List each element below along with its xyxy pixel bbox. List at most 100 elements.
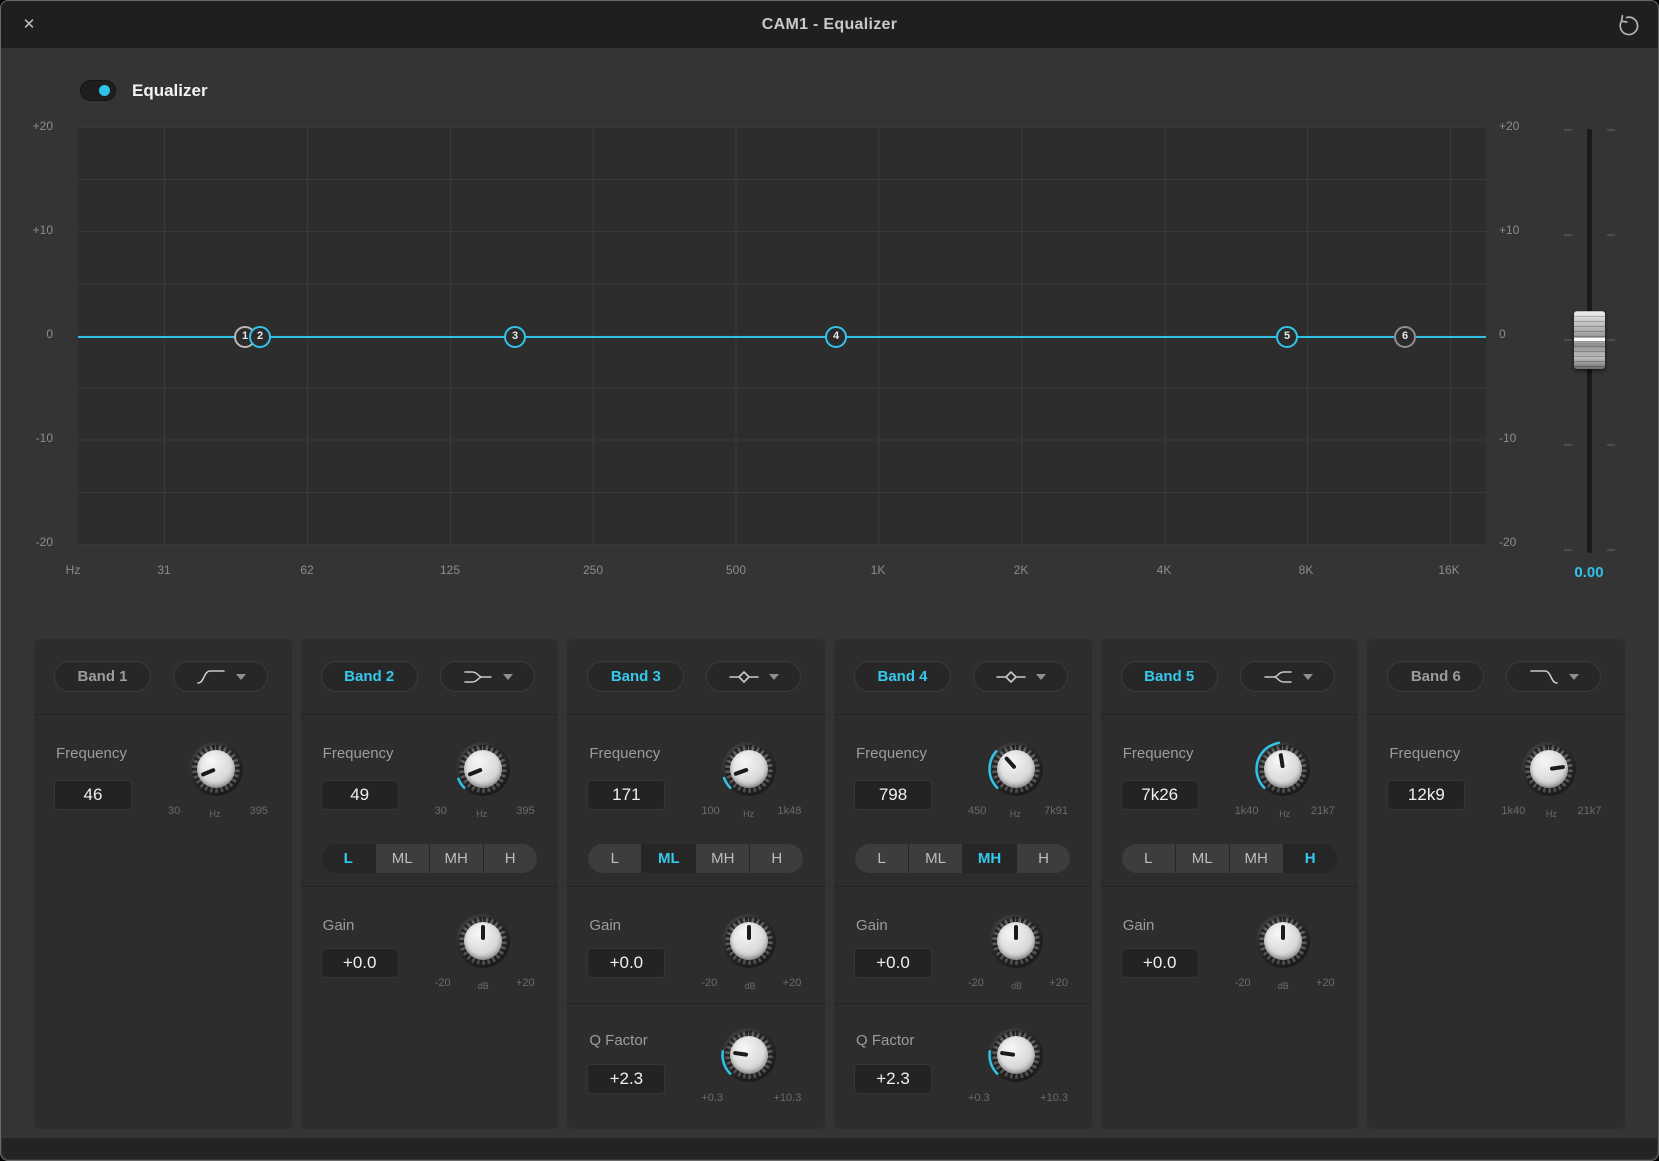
db-label-right: 0 — [1499, 327, 1537, 343]
band4-filter-dropdown[interactable] — [973, 661, 1068, 692]
range-option-ml[interactable]: ML — [642, 844, 695, 873]
band2-gain-knob[interactable] — [456, 914, 510, 968]
section-divider — [1101, 886, 1359, 887]
master-fader-value: 0.00 — [1553, 564, 1625, 581]
band5-button[interactable]: Band 5 — [1121, 661, 1218, 692]
band2-range-selector: L ML MH H — [322, 844, 537, 873]
bell-filter-icon — [995, 668, 1027, 686]
band4-button[interactable]: Band 4 — [854, 661, 951, 692]
equalizer-toggle[interactable] — [80, 80, 116, 101]
band2-filter-dropdown[interactable] — [440, 661, 535, 692]
band4-q-scale: +0.3+10.3 — [968, 1092, 1068, 1104]
band3-frequency-knob[interactable] — [722, 742, 776, 796]
band3-frequency-value[interactable]: 171 — [587, 780, 665, 810]
band3-gain-value[interactable]: +0.0 — [587, 948, 665, 978]
frequency-label: Frequency — [1123, 745, 1194, 762]
band4-gain-knob[interactable] — [989, 914, 1043, 968]
fader-tick — [1564, 444, 1572, 446]
band1-frequency-knob[interactable] — [189, 742, 243, 796]
band6-filter-dropdown[interactable] — [1506, 661, 1601, 692]
range-option-l[interactable]: L — [855, 844, 908, 873]
chevron-down-icon — [1569, 674, 1579, 680]
db-label-right: -20 — [1499, 535, 1537, 551]
band5-gain-value[interactable]: +0.0 — [1121, 948, 1199, 978]
band6-frequency-scale: 1k40Hz21k7 — [1501, 805, 1601, 819]
band4-frequency-knob[interactable] — [989, 742, 1043, 796]
range-option-h[interactable]: H — [1017, 844, 1070, 873]
band4-q-knob[interactable] — [989, 1028, 1043, 1082]
range-option-mh[interactable]: MH — [430, 844, 483, 873]
high-cut-filter-icon — [1528, 668, 1560, 686]
range-option-l[interactable]: L — [1122, 844, 1175, 873]
reset-icon[interactable] — [1614, 12, 1640, 38]
band1-panel: Band 1 Frequency 46 30Hz395 — [34, 639, 292, 1129]
equalizer-toggle-label: Equalizer — [132, 81, 208, 101]
range-option-h[interactable]: H — [750, 844, 803, 873]
range-option-mh[interactable]: MH — [1230, 844, 1283, 873]
band1-button[interactable]: Band 1 — [54, 661, 151, 692]
range-option-mh[interactable]: MH — [696, 844, 749, 873]
section-divider — [567, 1003, 825, 1004]
band4-frequency-value[interactable]: 798 — [854, 780, 932, 810]
db-label-left: +10 — [15, 223, 53, 239]
range-option-l[interactable]: L — [588, 844, 641, 873]
range-option-ml[interactable]: ML — [376, 844, 429, 873]
band6-frequency-value[interactable]: 12k9 — [1387, 780, 1465, 810]
range-option-mh[interactable]: MH — [963, 844, 1016, 873]
band5-filter-dropdown[interactable] — [1240, 661, 1335, 692]
band2-frequency-value[interactable]: 49 — [321, 780, 399, 810]
db-label-left: -10 — [15, 431, 53, 447]
range-option-h[interactable]: H — [1284, 844, 1337, 873]
band5-frequency-scale: 1k40Hz21k7 — [1235, 805, 1335, 819]
band6-curve-handle[interactable]: 6 — [1394, 326, 1416, 348]
frequency-label: Frequency — [856, 745, 927, 762]
range-option-ml[interactable]: ML — [909, 844, 962, 873]
chevron-down-icon — [503, 674, 513, 680]
band3-button[interactable]: Band 3 — [587, 661, 684, 692]
band5-frequency-knob[interactable] — [1256, 742, 1310, 796]
section-divider — [301, 886, 559, 887]
fader-tick — [1564, 339, 1572, 341]
band3-q-scale: +0.3+10.3 — [701, 1092, 801, 1104]
master-fader-handle[interactable] — [1574, 311, 1605, 369]
band1-frequency-value[interactable]: 46 — [54, 780, 132, 810]
band4-curve-handle[interactable]: 4 — [825, 326, 847, 348]
band-panels: Band 1 Frequency 46 30Hz395 Band 2 — [34, 639, 1625, 1129]
band5-gain-knob[interactable] — [1256, 914, 1310, 968]
band2-button[interactable]: Band 2 — [321, 661, 418, 692]
band3-gain-knob[interactable] — [722, 914, 776, 968]
db-label-right: +20 — [1499, 119, 1537, 135]
band4-panel: Band 4 Frequency 798 450Hz7k91 L ML MH H — [834, 639, 1092, 1129]
band5-curve-handle[interactable]: 5 — [1276, 326, 1298, 348]
low-cut-filter-icon — [195, 668, 227, 686]
band4-q-value[interactable]: +2.3 — [854, 1064, 932, 1094]
band2-frequency-knob[interactable] — [456, 742, 510, 796]
band2-gain-value[interactable]: +0.0 — [321, 948, 399, 978]
band5-frequency-value[interactable]: 7k26 — [1121, 780, 1199, 810]
eq-curve — [78, 336, 1486, 338]
fader-tick — [1564, 234, 1572, 236]
range-option-ml[interactable]: ML — [1176, 844, 1229, 873]
band3-curve-handle[interactable]: 3 — [504, 326, 526, 348]
frequency-label: Frequency — [323, 745, 394, 762]
section-divider — [834, 1003, 1092, 1004]
band3-filter-dropdown[interactable] — [706, 661, 801, 692]
freq-axis-label: 125 — [425, 563, 475, 579]
q-factor-label: Q Factor — [856, 1032, 914, 1049]
low-shelf-filter-icon — [462, 668, 494, 686]
band6-frequency-knob[interactable] — [1522, 742, 1576, 796]
gain-label: Gain — [856, 917, 888, 934]
band1-filter-dropdown[interactable] — [173, 661, 268, 692]
band4-gain-value[interactable]: +0.0 — [854, 948, 932, 978]
band3-q-value[interactable]: +2.3 — [587, 1064, 665, 1094]
band6-button[interactable]: Band 6 — [1387, 661, 1484, 692]
chevron-down-icon — [1036, 674, 1046, 680]
db-label-left: -20 — [15, 535, 53, 551]
section-divider — [301, 714, 559, 715]
band4-frequency-scale: 450Hz7k91 — [968, 805, 1068, 819]
band3-q-knob[interactable] — [722, 1028, 776, 1082]
high-shelf-filter-icon — [1262, 668, 1294, 686]
band2-curve-handle[interactable]: 2 — [249, 326, 271, 348]
range-option-h[interactable]: H — [484, 844, 537, 873]
range-option-l[interactable]: L — [322, 844, 375, 873]
